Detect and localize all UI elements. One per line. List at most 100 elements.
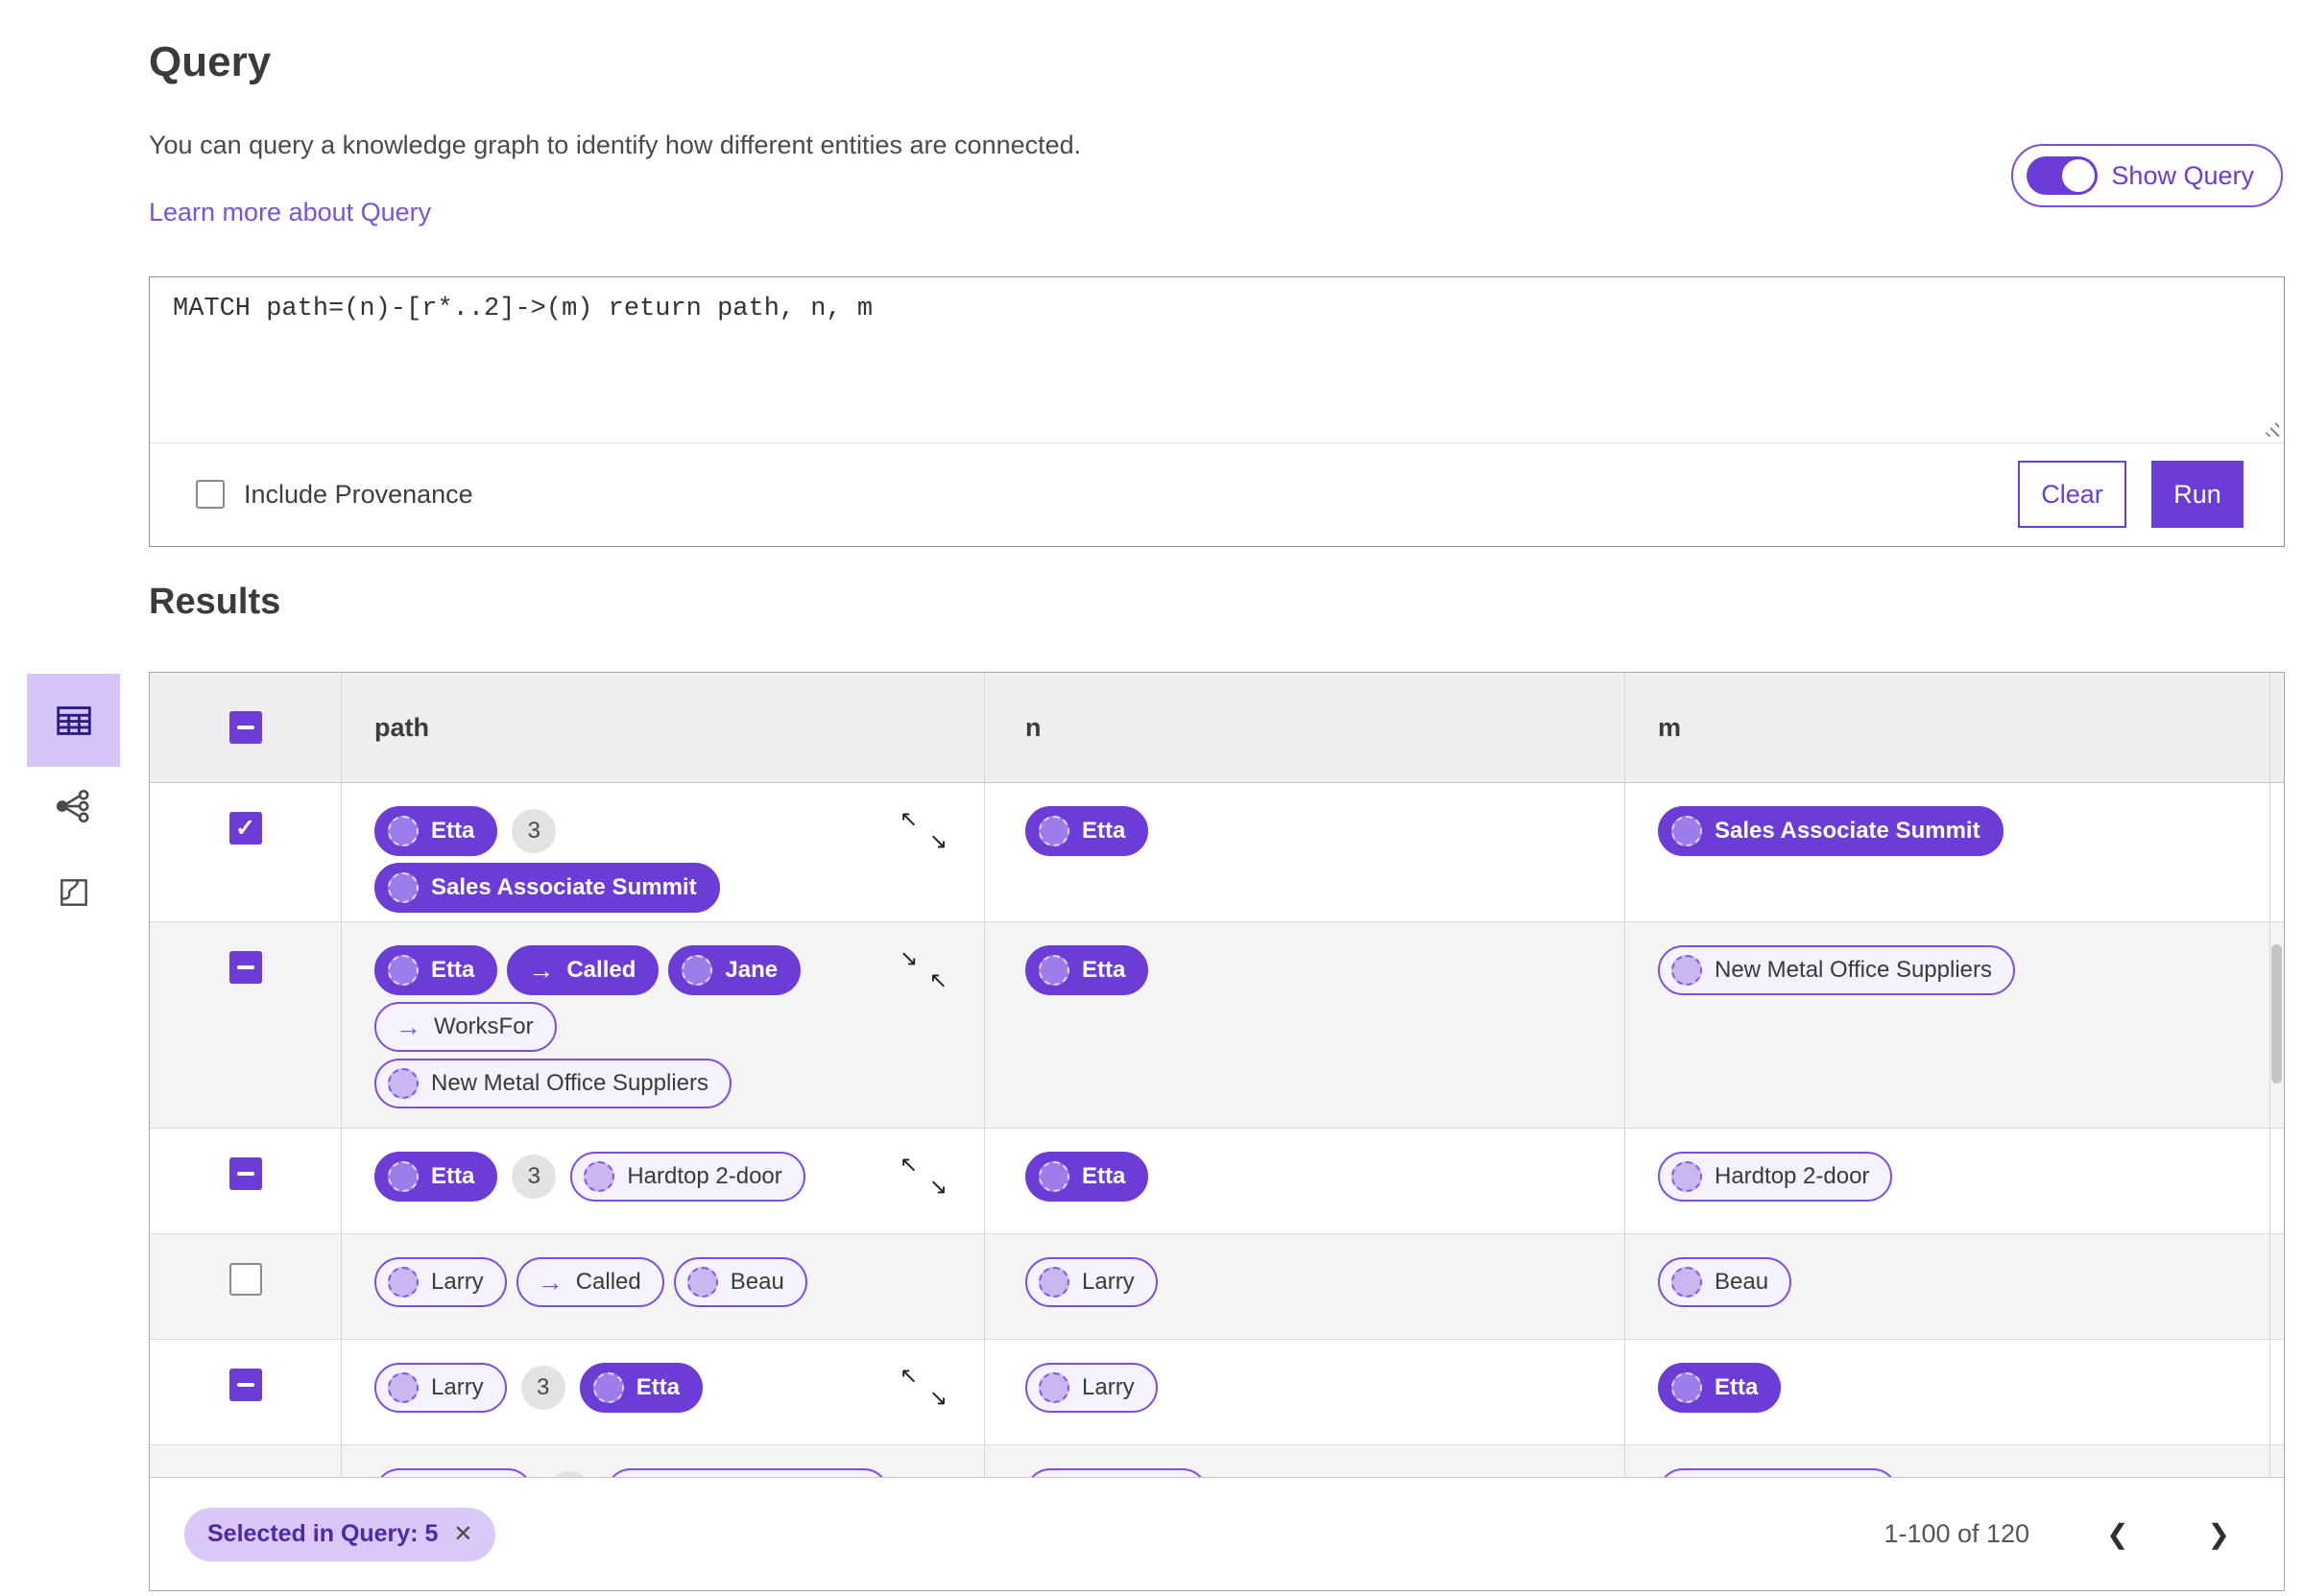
row-checkbox[interactable]	[228, 951, 262, 984]
n-cell: Etta	[985, 1129, 1625, 1233]
row-checkbox[interactable]	[228, 1263, 262, 1296]
node-pill[interactable]: Beau	[1658, 1257, 1792, 1307]
node-pill[interactable]: Jane	[668, 945, 802, 995]
row-checkbox[interactable]: ✓	[228, 812, 262, 845]
path-line: Etta 3 Hardtop 2-door	[374, 1152, 805, 1202]
edge-arrow-icon: →	[537, 1267, 564, 1297]
m-cell: New Metal Office Suppliers	[1625, 922, 2270, 1128]
node-pill[interactable]	[374, 1468, 533, 1477]
pill-label: WorksFor	[434, 1013, 534, 1039]
arrow-glyph: ↖	[900, 806, 919, 831]
table-footer: Selected in Query: 5 ✕ 1-100 of 120 ❮ ❯	[150, 1477, 2284, 1590]
node-pill[interactable]: Etta	[374, 1152, 498, 1202]
node-pill[interactable]: Larry	[1025, 1363, 1158, 1413]
pill-label: Etta	[1082, 818, 1126, 844]
node-pill[interactable]	[606, 1468, 889, 1477]
pill-label: Etta	[636, 1374, 681, 1400]
include-provenance-control[interactable]: Include Provenance	[196, 480, 473, 510]
path-cell: Larry 3 Etta ↖ ↘	[342, 1340, 985, 1444]
scrollbar-thumb[interactable]	[2271, 944, 2282, 1084]
next-page-button[interactable]: ❯	[2198, 1518, 2240, 1550]
node-pill[interactable]	[1658, 1468, 1898, 1477]
scrollbar-track	[2270, 1445, 2284, 1477]
node-pill[interactable]: Larry	[374, 1257, 507, 1307]
node-circle-icon	[1671, 816, 1702, 846]
scrollbar-track	[2270, 1129, 2284, 1233]
map-view-button[interactable]	[44, 863, 104, 922]
count-badge[interactable]	[547, 1471, 591, 1477]
path-cell: Larry → Called Beau	[342, 1234, 985, 1339]
node-pill[interactable]: Beau	[673, 1257, 807, 1307]
arrow-glyph: ↘	[928, 1174, 948, 1199]
check-icon: ✓	[235, 814, 255, 842]
table-view-icon	[56, 705, 91, 735]
table-view-button[interactable]	[27, 674, 120, 767]
count-badge[interactable]: 3	[520, 1366, 565, 1410]
node-pill[interactable]: New Metal Office Suppliers	[1658, 945, 2016, 995]
toggle-switch-icon[interactable]	[2027, 156, 2099, 195]
selected-in-query-label: Selected in Query: 5	[207, 1520, 439, 1547]
node-pill[interactable]: Etta	[374, 945, 498, 995]
query-panel: MATCH path=(n)-[r*..2]->(m) return path,…	[149, 276, 2285, 547]
expand-icon[interactable]: ↖ ↘	[900, 1154, 948, 1198]
node-circle-icon	[1671, 1372, 1702, 1403]
node-pill[interactable]: Etta	[1025, 806, 1149, 856]
clear-button[interactable]: Clear	[2018, 461, 2126, 528]
scrollbar-track	[2270, 1234, 2284, 1339]
node-circle-icon	[686, 1267, 718, 1298]
pill-label: Beau	[730, 1269, 784, 1295]
count-badge[interactable]: 3	[512, 1155, 557, 1199]
results-title: Results	[149, 582, 281, 622]
m-cell: Etta	[1625, 1340, 2270, 1444]
node-pill[interactable]: Hardtop 2-door	[1658, 1152, 1893, 1202]
edge-pill[interactable]: → Called	[516, 1257, 664, 1307]
path-cell: Etta → Called Jane → WorksFor New Metal Office…	[342, 922, 985, 1128]
selected-in-query-chip: Selected in Query: 5 ✕	[184, 1507, 496, 1561]
graph-view-button[interactable]	[44, 776, 104, 836]
include-provenance-checkbox[interactable]	[196, 480, 225, 509]
edge-pill[interactable]: → WorksFor	[374, 1002, 557, 1052]
pill-label: Etta	[1715, 1374, 1759, 1400]
select-all-checkbox[interactable]	[228, 711, 262, 744]
node-circle-icon	[1039, 955, 1069, 986]
path-line: → WorksFor	[374, 1002, 557, 1052]
indeterminate-icon	[236, 965, 254, 969]
node-circle-icon	[1671, 955, 1702, 986]
expand-icon[interactable]: ↖ ↘	[900, 1365, 948, 1409]
edge-pill[interactable]: → Called	[507, 945, 660, 995]
row-checkbox[interactable]	[228, 1369, 262, 1401]
show-query-toggle-button[interactable]: Show Query	[2011, 144, 2283, 207]
node-pill[interactable]: Etta	[1658, 1363, 1782, 1413]
node-pill[interactable]: Larry	[374, 1363, 507, 1413]
indeterminate-icon	[236, 1172, 254, 1176]
node-pill[interactable]: Etta	[1025, 945, 1149, 995]
path-line	[374, 1468, 889, 1477]
node-circle-icon	[388, 955, 419, 986]
scrollbar-track	[2270, 783, 2284, 921]
collapse-icon[interactable]: ↘ ↖	[900, 947, 948, 991]
query-editor[interactable]: MATCH path=(n)-[r*..2]->(m) return path,…	[150, 277, 2284, 443]
path-line: New Metal Office Suppliers	[374, 1059, 732, 1108]
pill-label: Etta	[431, 818, 475, 844]
node-pill[interactable]: Etta	[374, 806, 498, 856]
arrow-glyph: ↖	[900, 1152, 919, 1177]
node-pill[interactable]: Etta	[1025, 1152, 1149, 1202]
learn-more-link[interactable]: Learn more about Query	[149, 198, 431, 227]
node-pill[interactable]	[1025, 1468, 1208, 1477]
node-circle-icon	[388, 1068, 419, 1099]
table-row: ✓ Etta 3 Sales Associate Summit ↖ ↘ Etta Sales …	[150, 783, 2284, 922]
column-header-m: m	[1625, 673, 2270, 782]
node-pill[interactable]: New Metal Office Suppliers	[374, 1059, 732, 1108]
node-pill[interactable]: Sales Associate Summit	[1658, 806, 2004, 856]
row-checkbox[interactable]	[228, 1157, 262, 1190]
node-pill[interactable]: Sales Associate Summit	[374, 863, 720, 913]
node-pill[interactable]: Etta	[579, 1363, 704, 1413]
chip-close-icon[interactable]: ✕	[453, 1520, 472, 1548]
count-badge[interactable]: 3	[512, 809, 557, 853]
run-button[interactable]: Run	[2151, 461, 2244, 528]
node-pill[interactable]: Hardtop 2-door	[570, 1152, 805, 1202]
node-pill[interactable]: Larry	[1025, 1257, 1158, 1307]
expand-icon[interactable]: ↖ ↘	[900, 808, 948, 852]
node-circle-icon	[1039, 1267, 1069, 1298]
previous-page-button[interactable]: ❮	[2097, 1518, 2138, 1550]
